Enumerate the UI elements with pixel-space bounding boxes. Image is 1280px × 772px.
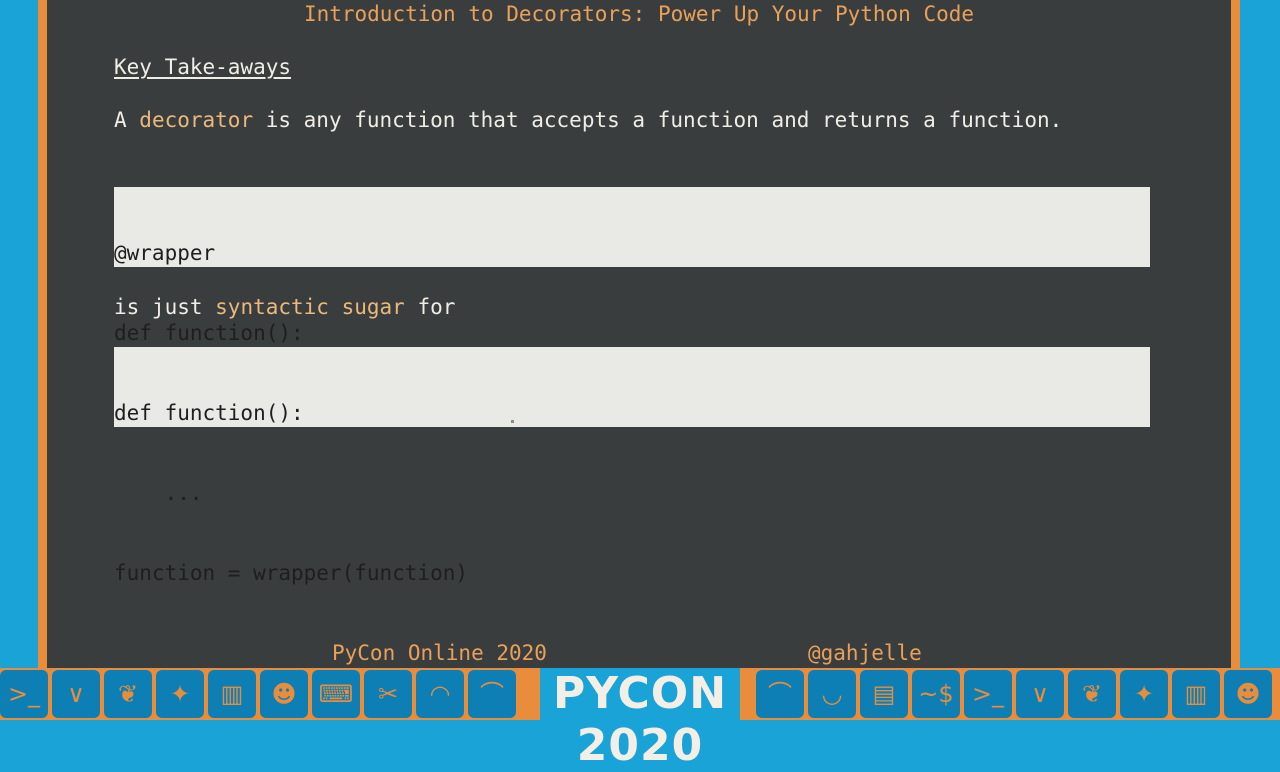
bridge-icon: ⌒: [468, 670, 516, 718]
slide-terminal: Introduction to Decorators: Power Up You…: [47, 0, 1231, 668]
bridge-icon: ⌒: [756, 670, 804, 718]
building-icon: ▥: [208, 670, 256, 718]
terminal-icon: >_: [964, 670, 1012, 718]
slide-title: Introduction to Decorators: Power Up You…: [303, 2, 975, 26]
connector-suffix: for: [404, 295, 456, 319]
building-icon: ▥: [1172, 670, 1220, 718]
wave-icon: ◡: [808, 670, 856, 718]
compass-icon: ✦: [156, 670, 204, 718]
left-border: [38, 0, 47, 668]
chevron-icon: ∨: [52, 670, 100, 718]
code-line: @wrapper: [114, 241, 216, 266]
section-heading: Key Take-aways: [114, 55, 292, 79]
code-block-explicit-syntax: def function(): ... function = wrapper(f…: [114, 347, 1150, 585]
code-line: ...: [114, 480, 203, 505]
code-line: def function():: [114, 401, 304, 426]
footer-event: PyCon Online 2020: [332, 641, 547, 665]
code-line: function = wrapper(function): [114, 560, 469, 585]
mouse-cursor: [511, 420, 514, 423]
browser-icon: ▤: [860, 670, 908, 718]
code-line: def function():: [114, 320, 304, 345]
keyboard-icon: ⌨: [312, 670, 360, 718]
code-block-decorator-syntax: @wrapper def function(): ...: [114, 187, 1150, 425]
tools-icon: ✂: [364, 670, 412, 718]
wave-icon: ◠: [416, 670, 464, 718]
connector-prefix: is just: [114, 295, 216, 319]
term-decorator: decorator: [139, 108, 254, 132]
decorator-statement: A decorator is any function that accepts…: [114, 107, 1062, 133]
prompt-icon: ~$: [912, 670, 960, 718]
right-border: [1231, 0, 1240, 668]
footer-handle: @gahjelle: [808, 641, 922, 665]
pycon-logo: PYCON 2020: [540, 668, 740, 771]
sugar-statement: is just syntactic sugar for: [114, 294, 455, 320]
terminal-icon: >_: [0, 670, 48, 718]
chevron-icon: ∨: [1016, 670, 1064, 718]
compass-icon: ✦: [1120, 670, 1168, 718]
statement-prefix: A: [114, 108, 140, 132]
leaf-icon: ❦: [1068, 670, 1116, 718]
robot-icon: ☻: [1224, 670, 1272, 718]
robot-icon: ☻: [260, 670, 308, 718]
statement-suffix: is any function that accepts a function …: [253, 108, 1063, 132]
term-syntactic-sugar: syntactic sugar: [215, 295, 405, 319]
leaf-icon: ❦: [104, 670, 152, 718]
